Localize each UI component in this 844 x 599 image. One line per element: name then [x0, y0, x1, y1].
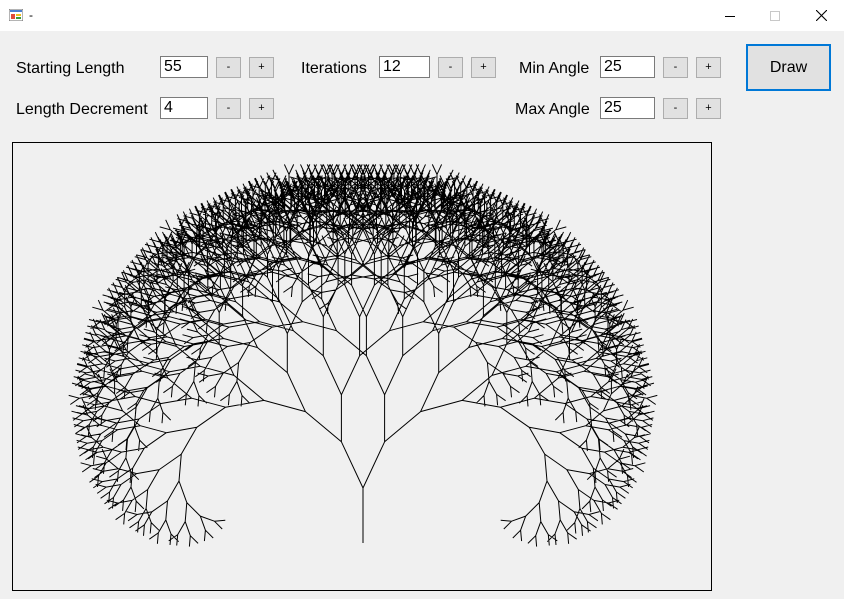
- starting-length-input[interactable]: [160, 56, 208, 78]
- maximize-button[interactable]: [752, 0, 798, 31]
- iterations-decrement-button[interactable]: -: [438, 57, 463, 78]
- app-icon: [9, 9, 23, 21]
- length-decrement-label: Length Decrement: [16, 101, 148, 118]
- min-angle-decrement-button[interactable]: -: [663, 57, 688, 78]
- fractal-tree: [68, 164, 658, 547]
- minimize-button[interactable]: [707, 0, 753, 31]
- iterations-input[interactable]: [379, 56, 430, 78]
- iterations-label: Iterations: [301, 60, 367, 77]
- max-angle-increment-button[interactable]: +: [696, 98, 721, 119]
- length-decrement-input[interactable]: [160, 97, 208, 119]
- min-angle-increment-button[interactable]: +: [696, 57, 721, 78]
- starting-length-increment-button[interactable]: +: [249, 57, 274, 78]
- tree-branches: [68, 164, 658, 547]
- max-angle-decrement-button[interactable]: -: [663, 98, 688, 119]
- length-decrement-decrement-button[interactable]: -: [216, 98, 241, 119]
- starting-length-decrement-button[interactable]: -: [216, 57, 241, 78]
- window-title: -: [29, 8, 33, 22]
- draw-button[interactable]: Draw: [746, 44, 831, 91]
- iterations-increment-button[interactable]: +: [471, 57, 496, 78]
- close-button[interactable]: [798, 0, 844, 31]
- close-icon: [815, 10, 827, 21]
- min-angle-label: Min Angle: [519, 60, 590, 77]
- title-bar: -: [0, 0, 844, 32]
- min-angle-input[interactable]: [600, 56, 655, 78]
- minimize-icon: [725, 15, 735, 17]
- drawing-canvas: [12, 142, 712, 591]
- maximize-icon: [770, 10, 780, 21]
- length-decrement-increment-button[interactable]: +: [249, 98, 274, 119]
- starting-length-label: Starting Length: [16, 60, 125, 77]
- max-angle-input[interactable]: [600, 97, 655, 119]
- max-angle-label: Max Angle: [515, 101, 590, 118]
